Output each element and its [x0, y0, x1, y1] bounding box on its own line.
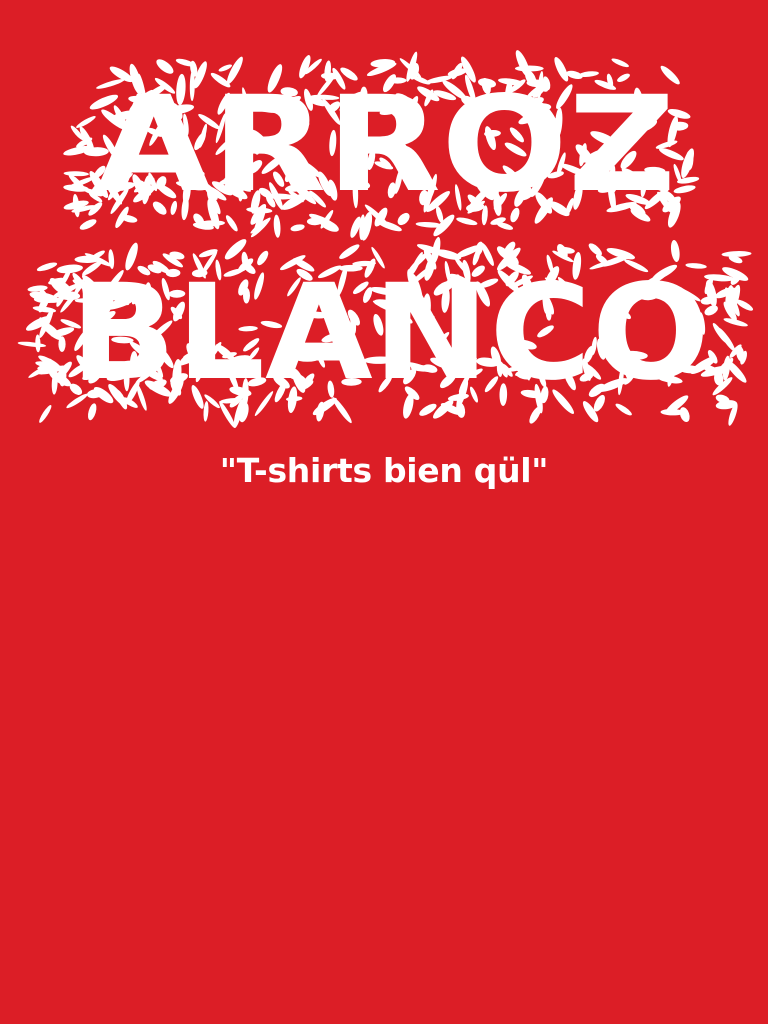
tagline: "T-shirts bien qül"	[219, 451, 549, 490]
logo-artwork: ARROZ BLANCO	[17, 50, 754, 429]
rice-grain	[415, 221, 443, 228]
page: { "brand": { "line1": "ARROZ", "line2": …	[0, 0, 768, 1024]
rice-grain	[36, 262, 58, 272]
rice-grain	[17, 341, 47, 348]
rice-grain	[290, 224, 305, 232]
logo-line-1: ARROZ	[96, 68, 676, 222]
logo-line-2: BLANCO	[70, 256, 710, 410]
rice-grain	[63, 171, 89, 177]
rice-grain	[296, 356, 319, 362]
rice-grain	[79, 219, 97, 230]
rice-grain	[39, 404, 52, 423]
rice-grain	[76, 116, 96, 128]
logo: ARROZ BLANCO	[0, 0, 768, 440]
rice-grain	[611, 58, 629, 68]
rice-grain	[58, 336, 66, 353]
rice-grain	[673, 185, 696, 194]
